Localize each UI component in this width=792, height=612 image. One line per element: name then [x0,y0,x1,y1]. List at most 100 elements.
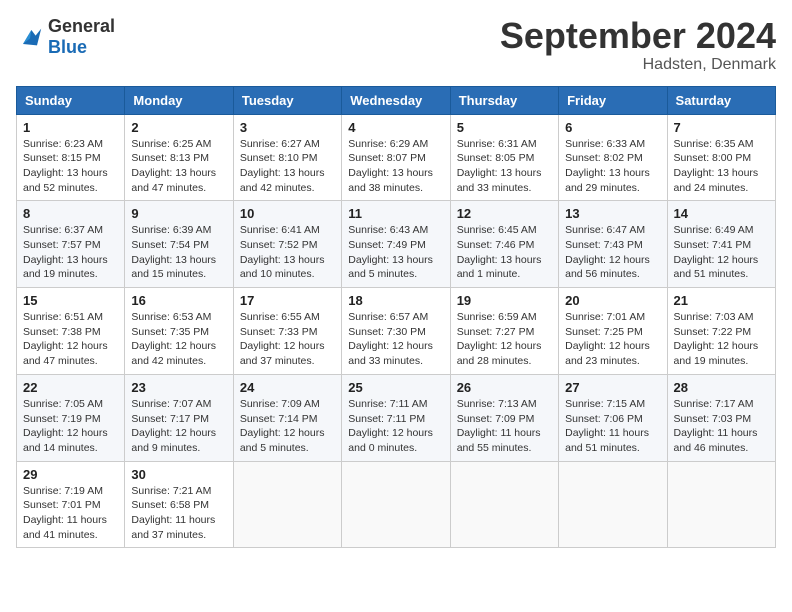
day-info-line: Sunrise: 7:17 AM [674,397,769,412]
day-info-line: Sunset: 8:15 PM [23,151,118,166]
day-number: 6 [565,120,660,135]
calendar-cell: 2Sunrise: 6:25 AMSunset: 8:13 PMDaylight… [125,114,233,201]
calendar-cell: 26Sunrise: 7:13 AMSunset: 7:09 PMDayligh… [450,374,558,461]
day-info-line: Daylight: 13 hours [240,166,335,181]
day-number: 7 [674,120,769,135]
day-info-line: Sunset: 8:05 PM [457,151,552,166]
day-info-line: Sunrise: 6:23 AM [23,137,118,152]
day-info-line: and 38 minutes. [348,181,443,196]
day-info-line: and 46 minutes. [674,441,769,456]
day-info-line: Sunset: 8:13 PM [131,151,226,166]
calendar-cell: 19Sunrise: 6:59 AMSunset: 7:27 PMDayligh… [450,288,558,375]
day-info-line: Daylight: 11 hours [131,513,226,528]
day-info-line: Sunrise: 6:49 AM [674,223,769,238]
day-info-line: and 24 minutes. [674,181,769,196]
day-info-line: and 9 minutes. [131,441,226,456]
day-info-line: Daylight: 12 hours [240,426,335,441]
day-info-line: and 51 minutes. [674,267,769,282]
calendar-cell: 20Sunrise: 7:01 AMSunset: 7:25 PMDayligh… [559,288,667,375]
header-friday: Friday [559,86,667,114]
logo: General Blue [16,16,115,58]
day-info-line: Daylight: 13 hours [457,253,552,268]
day-number: 16 [131,293,226,308]
day-number: 18 [348,293,443,308]
day-info-line: Daylight: 12 hours [23,426,118,441]
calendar-cell: 11Sunrise: 6:43 AMSunset: 7:49 PMDayligh… [342,201,450,288]
day-info-line: and 56 minutes. [565,267,660,282]
day-info-line: Daylight: 12 hours [23,339,118,354]
day-info-line: Daylight: 13 hours [23,253,118,268]
day-info-line: Sunset: 7:57 PM [23,238,118,253]
day-info-line: Sunrise: 6:45 AM [457,223,552,238]
day-info-line: Sunset: 7:54 PM [131,238,226,253]
day-info-line: and 29 minutes. [565,181,660,196]
day-number: 20 [565,293,660,308]
day-info-line: Daylight: 13 hours [348,253,443,268]
calendar-cell: 5Sunrise: 6:31 AMSunset: 8:05 PMDaylight… [450,114,558,201]
day-number: 3 [240,120,335,135]
day-number: 14 [674,206,769,221]
calendar-cell: 12Sunrise: 6:45 AMSunset: 7:46 PMDayligh… [450,201,558,288]
day-info-line: Sunrise: 7:05 AM [23,397,118,412]
calendar-cell: 17Sunrise: 6:55 AMSunset: 7:33 PMDayligh… [233,288,341,375]
day-info-line: Sunset: 7:49 PM [348,238,443,253]
day-info-line: and 33 minutes. [457,181,552,196]
day-info-line: Sunrise: 7:15 AM [565,397,660,412]
calendar-cell: 25Sunrise: 7:11 AMSunset: 7:11 PMDayligh… [342,374,450,461]
calendar-cell: 8Sunrise: 6:37 AMSunset: 7:57 PMDaylight… [17,201,125,288]
day-info-line: Daylight: 12 hours [348,339,443,354]
day-info-line: Sunrise: 6:51 AM [23,310,118,325]
day-info-line: Daylight: 11 hours [565,426,660,441]
day-number: 15 [23,293,118,308]
day-info-line: Sunset: 7:38 PM [23,325,118,340]
day-info-line: Sunrise: 7:07 AM [131,397,226,412]
day-info-line: Sunrise: 6:55 AM [240,310,335,325]
day-number: 22 [23,380,118,395]
day-number: 29 [23,467,118,482]
day-info-line: Sunrise: 6:27 AM [240,137,335,152]
day-info-line: Sunset: 8:02 PM [565,151,660,166]
calendar-week-2: 8Sunrise: 6:37 AMSunset: 7:57 PMDaylight… [17,201,776,288]
calendar-cell: 27Sunrise: 7:15 AMSunset: 7:06 PMDayligh… [559,374,667,461]
day-info-line: Sunset: 8:10 PM [240,151,335,166]
day-info-line: Sunrise: 6:59 AM [457,310,552,325]
day-number: 19 [457,293,552,308]
day-info-line: Daylight: 12 hours [674,339,769,354]
day-info-line: and 41 minutes. [23,528,118,543]
calendar-cell: 28Sunrise: 7:17 AMSunset: 7:03 PMDayligh… [667,374,775,461]
day-info-line: Sunrise: 7:09 AM [240,397,335,412]
day-number: 1 [23,120,118,135]
day-info-line: Sunset: 7:46 PM [457,238,552,253]
header-saturday: Saturday [667,86,775,114]
header-sunday: Sunday [17,86,125,114]
calendar-cell [342,461,450,548]
calendar-week-3: 15Sunrise: 6:51 AMSunset: 7:38 PMDayligh… [17,288,776,375]
day-info-line: and 37 minutes. [240,354,335,369]
calendar-week-5: 29Sunrise: 7:19 AMSunset: 7:01 PMDayligh… [17,461,776,548]
day-info-line: Sunset: 7:35 PM [131,325,226,340]
day-number: 30 [131,467,226,482]
day-info-line: Sunset: 7:41 PM [674,238,769,253]
day-info-line: Sunrise: 7:01 AM [565,310,660,325]
header-monday: Monday [125,86,233,114]
day-info-line: Sunrise: 6:41 AM [240,223,335,238]
day-info-line: and 19 minutes. [674,354,769,369]
page-header: General Blue September 2024 Hadsten, Den… [16,16,776,74]
day-number: 2 [131,120,226,135]
calendar-cell [450,461,558,548]
day-info-line: Daylight: 12 hours [457,339,552,354]
day-info-line: Sunrise: 6:33 AM [565,137,660,152]
header-thursday: Thursday [450,86,558,114]
day-info-line: Daylight: 13 hours [131,253,226,268]
day-info-line: and 33 minutes. [348,354,443,369]
calendar-cell [667,461,775,548]
day-info-line: Daylight: 12 hours [674,253,769,268]
day-info-line: Sunrise: 7:13 AM [457,397,552,412]
calendar-table: Sunday Monday Tuesday Wednesday Thursday… [16,86,776,549]
day-info-line: Sunrise: 6:53 AM [131,310,226,325]
day-info-line: Daylight: 12 hours [565,253,660,268]
day-number: 9 [131,206,226,221]
day-number: 23 [131,380,226,395]
day-info-line: and 42 minutes. [240,181,335,196]
header-tuesday: Tuesday [233,86,341,114]
